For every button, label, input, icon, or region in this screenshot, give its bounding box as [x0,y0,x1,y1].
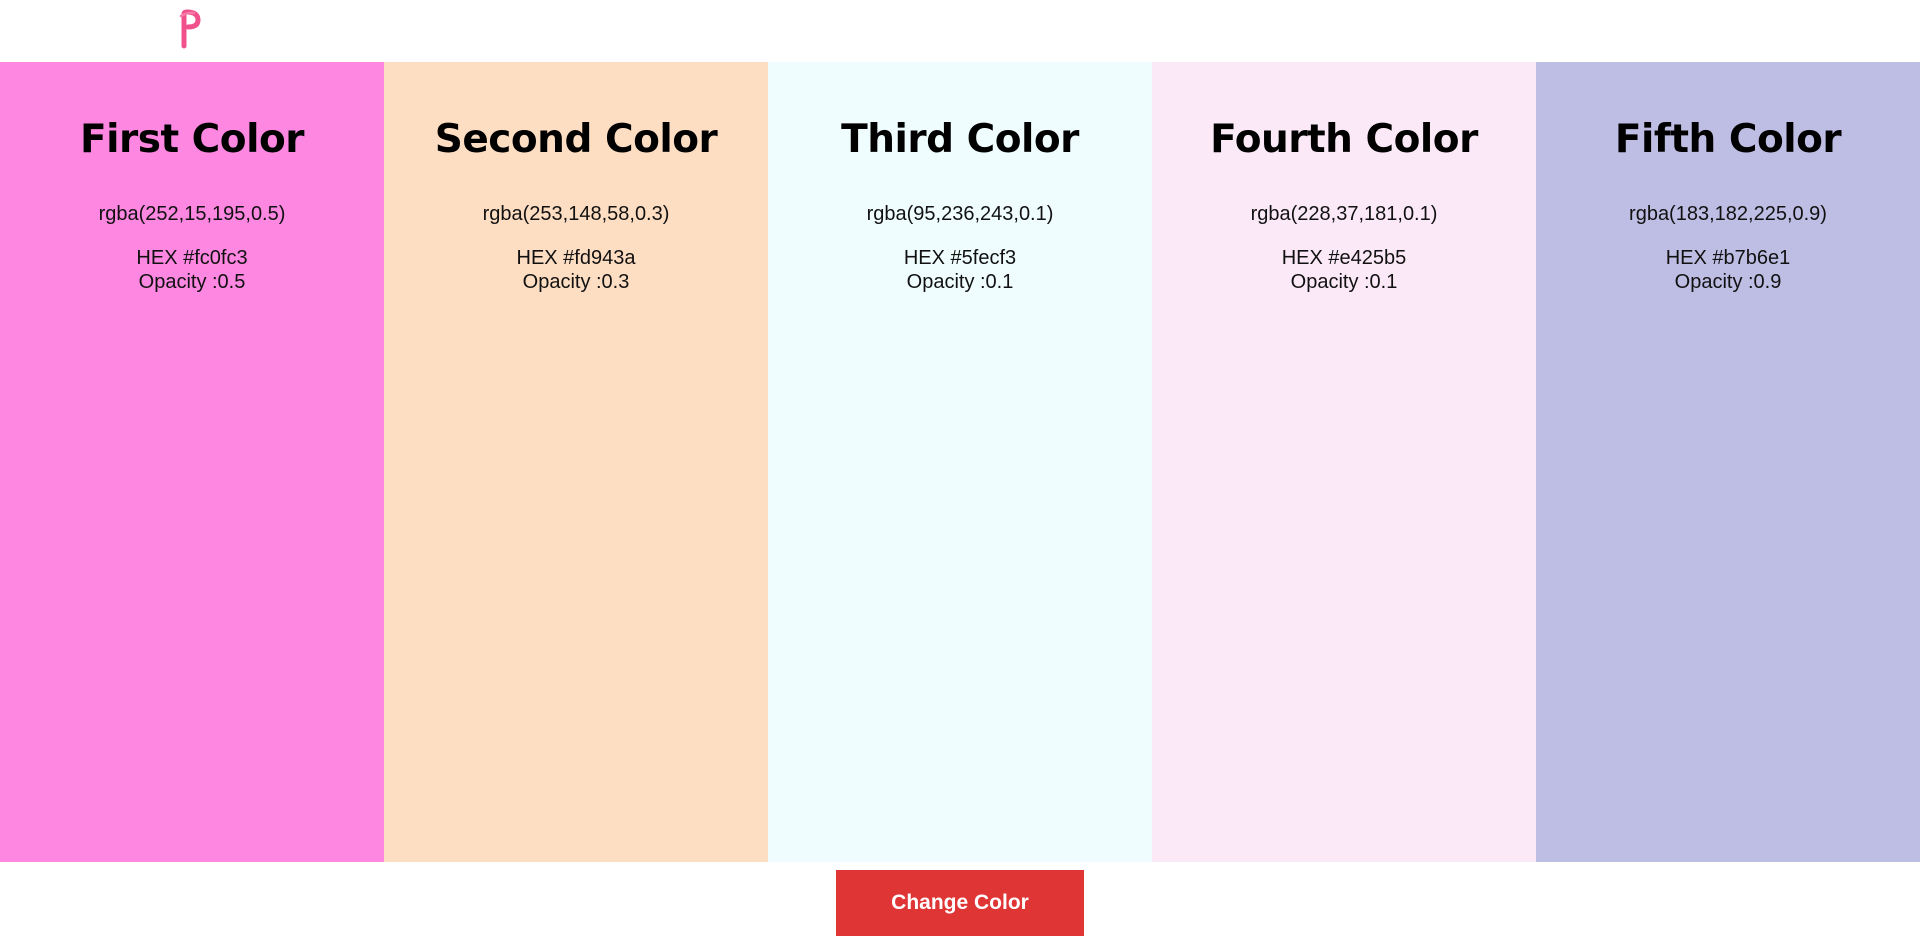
change-color-button[interactable]: Change Color [836,870,1084,936]
panel-rgba: rgba(228,37,181,0.1) [1250,203,1438,225]
panel-rgba: rgba(253,148,58,0.3) [482,203,670,225]
panel-hex: HEX #e425b5 [1281,247,1407,269]
color-panel-fourth: Fourth Color rgba(228,37,181,0.1) HEX #e… [1152,62,1536,862]
panel-title: First Color [80,117,305,162]
panel-rgba: rgba(252,15,195,0.5) [98,203,286,225]
color-panel-third: Third Color rgba(95,236,243,0.1) HEX #5f… [768,62,1152,862]
header [0,0,1920,62]
panel-title: Second Color [434,117,718,162]
panel-opacity: Opacity :0.5 [138,271,246,293]
panel-rgba: rgba(183,182,225,0.9) [1629,203,1827,225]
panel-opacity: Opacity :0.3 [522,271,630,293]
panel-hex: HEX #b7b6e1 [1665,247,1791,269]
panel-opacity: Opacity :0.1 [906,271,1014,293]
color-panel-second: Second Color rgba(253,148,58,0.3) HEX #f… [384,62,768,862]
panel-hex: HEX #fc0fc3 [136,247,248,269]
panel-opacity: Opacity :0.9 [1674,271,1782,293]
logo-icon[interactable] [178,8,204,50]
panel-rgba: rgba(95,236,243,0.1) [866,203,1054,225]
color-panels: First Color rgba(252,15,195,0.5) HEX #fc… [0,62,1920,862]
panel-title: Third Color [841,117,1079,162]
panel-title: Fourth Color [1210,117,1478,162]
panel-opacity: Opacity :0.1 [1290,271,1398,293]
color-panel-first: First Color rgba(252,15,195,0.5) HEX #fc… [0,62,384,862]
color-panel-fifth: Fifth Color rgba(183,182,225,0.9) HEX #b… [1536,62,1920,862]
panel-hex: HEX #5fecf3 [903,247,1017,269]
panel-hex: HEX #fd943a [516,247,636,269]
panel-title: Fifth Color [1614,117,1842,162]
